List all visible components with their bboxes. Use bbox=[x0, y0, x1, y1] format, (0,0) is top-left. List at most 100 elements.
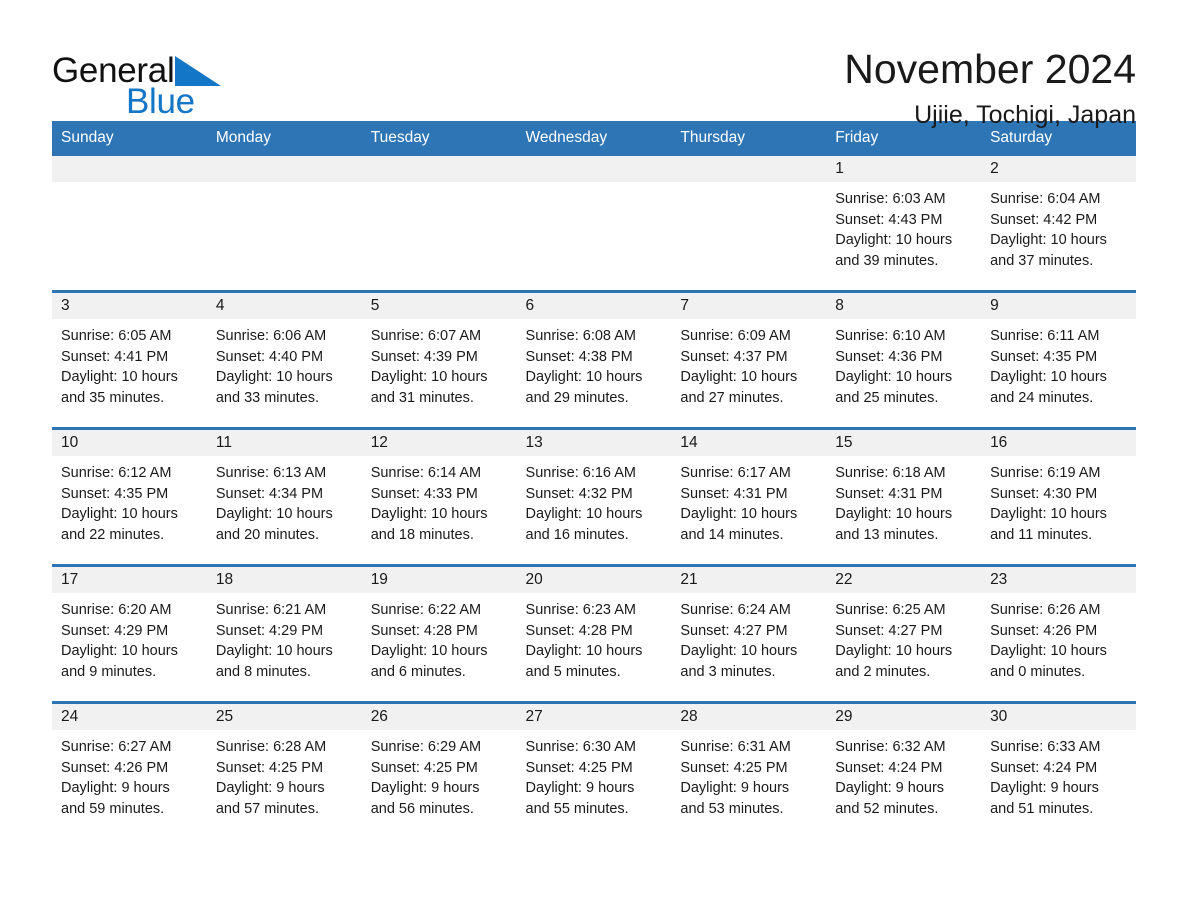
day-number: 24 bbox=[52, 704, 207, 730]
day-details: Sunrise: 6:29 AM Sunset: 4:25 PM Daylight:… bbox=[362, 730, 517, 819]
calendar-day-cell[interactable]: 22 Sunrise: 6:25 AM Sunset: 4:27 PM Dayligh… bbox=[826, 564, 982, 703]
daylight-text-line1: Daylight: 10 hours bbox=[370, 369, 488, 386]
calendar-day-cell[interactable]: 6 Sunrise: 6:08 AM Sunset: 4:38 PM Daylight… bbox=[516, 290, 672, 429]
calendar-day-cell[interactable]: 23 Sunrise: 6:26 AM Sunset: 4:26 PM Dayligh… bbox=[981, 564, 1136, 703]
daylight-text-line2: and 51 minutes. bbox=[990, 800, 1094, 817]
daylight-text-line2: and 59 minutes. bbox=[61, 800, 165, 817]
day-number bbox=[671, 156, 827, 182]
calendar-day-cell[interactable]: 3 Sunrise: 6:05 AM Sunset: 4:41 PM Daylight… bbox=[52, 290, 207, 429]
calendar-day-cell[interactable]: 5 Sunrise: 6:07 AM Sunset: 4:39 PM Daylight… bbox=[361, 290, 517, 429]
daylight-text-line2: and 8 minutes. bbox=[215, 663, 311, 680]
sunrise-text: Sunrise: 6:25 AM bbox=[835, 602, 946, 618]
sunrise-text: Sunrise: 6:27 AM bbox=[61, 739, 172, 755]
sunset-text: Sunset: 4:25 PM bbox=[215, 759, 324, 776]
day-details: Sunrise: 6:16 AM Sunset: 4:32 PM Daylight:… bbox=[517, 456, 672, 545]
day-cell-inner: 15 Sunrise: 6:18 AM Sunset: 4:31 PM Dayligh… bbox=[826, 430, 982, 564]
daylight-text-line2: and 2 minutes. bbox=[835, 663, 931, 680]
calendar-day-cell[interactable]: 29 Sunrise: 6:32 AM Sunset: 4:24 PM Dayligh… bbox=[826, 701, 982, 838]
day-cell-inner: 22 Sunrise: 6:25 AM Sunset: 4:27 PM Dayligh… bbox=[826, 567, 982, 701]
calendar-day-cell[interactable]: 14 Sunrise: 6:17 AM Sunset: 4:31 PM Dayligh… bbox=[671, 427, 827, 566]
day-details: Sunrise: 6:30 AM Sunset: 4:25 PM Daylight:… bbox=[517, 730, 672, 819]
sunset-text: Sunset: 4:40 PM bbox=[215, 348, 324, 365]
calendar-day-cell[interactable]: 28 Sunrise: 6:31 AM Sunset: 4:25 PM Dayligh… bbox=[671, 701, 827, 838]
calendar-week-row: 17 Sunrise: 6:20 AM Sunset: 4:29 PM Dayligh… bbox=[52, 564, 1136, 703]
day-details: Sunrise: 6:10 AM Sunset: 4:36 PM Daylight:… bbox=[826, 319, 981, 408]
daylight-text-line2: and 13 minutes. bbox=[835, 526, 939, 543]
daylight-text-line1: Daylight: 9 hours bbox=[215, 780, 325, 797]
calendar-day-cell[interactable]: 12 Sunrise: 6:14 AM Sunset: 4:33 PM Dayligh… bbox=[361, 427, 517, 566]
sunrise-text: Sunrise: 6:22 AM bbox=[370, 602, 482, 618]
sunrise-text: Sunrise: 6:29 AM bbox=[370, 739, 482, 755]
sunrise-text: Sunrise: 6:18 AM bbox=[835, 465, 946, 481]
sunrise-text: Sunrise: 6:21 AM bbox=[215, 602, 327, 618]
sunset-text: Sunset: 4:38 PM bbox=[525, 348, 633, 365]
calendar-day-cell bbox=[206, 156, 362, 292]
day-cell-inner: 28 Sunrise: 6:31 AM Sunset: 4:25 PM Dayligh… bbox=[671, 704, 827, 838]
sunset-text: Sunset: 4:31 PM bbox=[835, 485, 943, 502]
day-number: 16 bbox=[981, 430, 1136, 456]
calendar-day-cell[interactable]: 24 Sunrise: 6:27 AM Sunset: 4:26 PM Dayligh… bbox=[52, 701, 207, 838]
calendar-day-cell[interactable]: 2 Sunrise: 6:04 AM Sunset: 4:42 PM Daylight… bbox=[981, 156, 1136, 292]
calendar-day-cell[interactable]: 17 Sunrise: 6:20 AM Sunset: 4:29 PM Dayligh… bbox=[52, 564, 207, 703]
sunset-text: Sunset: 4:28 PM bbox=[525, 622, 633, 639]
daylight-text-line1: Daylight: 10 hours bbox=[525, 506, 643, 523]
calendar-day-cell[interactable]: 21 Sunrise: 6:24 AM Sunset: 4:27 PM Dayligh… bbox=[671, 564, 827, 703]
daylight-text-line2: and 22 minutes. bbox=[61, 526, 165, 543]
daylight-text-line2: and 27 minutes. bbox=[680, 389, 784, 406]
day-details bbox=[52, 182, 207, 189]
daylight-text-line2: and 0 minutes. bbox=[990, 663, 1086, 680]
daylight-text-line1: Daylight: 10 hours bbox=[680, 506, 798, 523]
daylight-text-line1: Daylight: 10 hours bbox=[835, 643, 953, 660]
calendar-day-cell[interactable]: 7 Sunrise: 6:09 AM Sunset: 4:37 PM Daylight… bbox=[671, 290, 827, 429]
calendar-week-row: 24 Sunrise: 6:27 AM Sunset: 4:26 PM Dayligh… bbox=[52, 701, 1136, 838]
calendar-day-cell[interactable]: 8 Sunrise: 6:10 AM Sunset: 4:36 PM Daylight… bbox=[826, 290, 982, 429]
calendar-day-cell bbox=[516, 156, 672, 292]
calendar-day-cell[interactable]: 20 Sunrise: 6:23 AM Sunset: 4:28 PM Dayligh… bbox=[516, 564, 672, 703]
calendar-day-cell[interactable]: 26 Sunrise: 6:29 AM Sunset: 4:25 PM Dayligh… bbox=[361, 701, 517, 838]
sunrise-text: Sunrise: 6:20 AM bbox=[61, 602, 172, 618]
sunset-text: Sunset: 4:31 PM bbox=[680, 485, 788, 502]
daylight-text-line2: and 57 minutes. bbox=[215, 800, 320, 817]
calendar-day-cell[interactable]: 15 Sunrise: 6:18 AM Sunset: 4:31 PM Dayligh… bbox=[826, 427, 982, 566]
calendar-day-cell[interactable]: 16 Sunrise: 6:19 AM Sunset: 4:30 PM Dayligh… bbox=[981, 427, 1136, 566]
day-number: 30 bbox=[981, 704, 1136, 730]
calendar-day-cell[interactable]: 30 Sunrise: 6:33 AM Sunset: 4:24 PM Dayligh… bbox=[981, 701, 1136, 838]
daylight-text-line2: and 39 minutes. bbox=[835, 252, 939, 269]
day-number: 4 bbox=[206, 293, 362, 319]
weekday-header-monday: Monday bbox=[206, 121, 362, 156]
day-details: Sunrise: 6:31 AM Sunset: 4:25 PM Daylight:… bbox=[671, 730, 826, 819]
calendar-day-cell[interactable]: 10 Sunrise: 6:12 AM Sunset: 4:35 PM Dayligh… bbox=[52, 427, 207, 566]
day-number: 12 bbox=[361, 430, 517, 456]
daylight-text-line1: Daylight: 10 hours bbox=[680, 643, 798, 660]
day-number: 28 bbox=[671, 704, 827, 730]
calendar-day-cell[interactable]: 4 Sunrise: 6:06 AM Sunset: 4:40 PM Daylight… bbox=[206, 290, 362, 429]
sunrise-text: Sunrise: 6:08 AM bbox=[525, 328, 636, 344]
daylight-text-line1: Daylight: 10 hours bbox=[370, 643, 488, 660]
day-cell-inner bbox=[361, 156, 517, 290]
calendar-day-cell[interactable]: 19 Sunrise: 6:22 AM Sunset: 4:28 PM Dayligh… bbox=[361, 564, 517, 703]
calendar-table: Sunday Monday Tuesday Wednesday Thursday… bbox=[52, 121, 1136, 838]
daylight-text-line1: Daylight: 10 hours bbox=[525, 369, 643, 386]
sunset-text: Sunset: 4:32 PM bbox=[525, 485, 633, 502]
calendar-day-cell[interactable]: 27 Sunrise: 6:30 AM Sunset: 4:25 PM Dayligh… bbox=[516, 701, 672, 838]
calendar-week-row: 3 Sunrise: 6:05 AM Sunset: 4:41 PM Daylight… bbox=[52, 290, 1136, 429]
sunrise-text: Sunrise: 6:28 AM bbox=[215, 739, 327, 755]
calendar-day-cell[interactable]: 25 Sunrise: 6:28 AM Sunset: 4:25 PM Dayligh… bbox=[206, 701, 362, 838]
day-number: 3 bbox=[52, 293, 207, 319]
calendar-day-cell[interactable]: 9 Sunrise: 6:11 AM Sunset: 4:35 PM Daylight… bbox=[981, 290, 1136, 429]
daylight-text-line2: and 9 minutes. bbox=[61, 663, 157, 680]
day-cell-inner: 30 Sunrise: 6:33 AM Sunset: 4:24 PM Dayligh… bbox=[981, 704, 1136, 838]
calendar-day-cell[interactable]: 1 Sunrise: 6:03 AM Sunset: 4:43 PM Daylight… bbox=[826, 156, 982, 292]
sunrise-text: Sunrise: 6:19 AM bbox=[990, 465, 1101, 481]
daylight-text-line1: Daylight: 10 hours bbox=[215, 369, 333, 386]
calendar-day-cell[interactable]: 18 Sunrise: 6:21 AM Sunset: 4:29 PM Dayligh… bbox=[206, 564, 362, 703]
day-number bbox=[516, 156, 672, 182]
day-cell-inner bbox=[671, 156, 827, 290]
daylight-text-line2: and 20 minutes. bbox=[215, 526, 320, 543]
day-details: Sunrise: 6:07 AM Sunset: 4:39 PM Daylight:… bbox=[362, 319, 517, 408]
sunrise-text: Sunrise: 6:32 AM bbox=[835, 739, 946, 755]
calendar-day-cell[interactable]: 13 Sunrise: 6:16 AM Sunset: 4:32 PM Dayligh… bbox=[516, 427, 672, 566]
sunset-text: Sunset: 4:36 PM bbox=[835, 348, 943, 365]
day-number: 25 bbox=[206, 704, 362, 730]
calendar-day-cell[interactable]: 11 Sunrise: 6:13 AM Sunset: 4:34 PM Dayligh… bbox=[206, 427, 362, 566]
